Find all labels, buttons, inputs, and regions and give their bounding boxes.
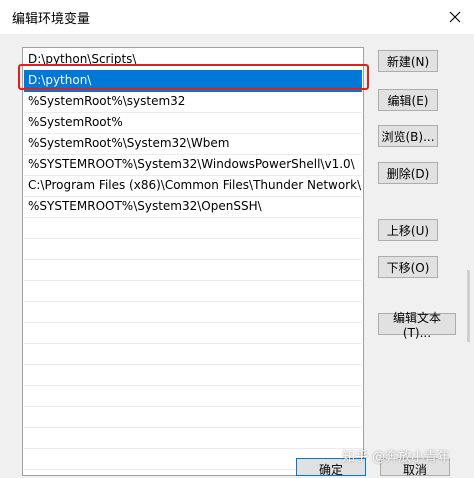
path-text: D:\python\: [28, 73, 92, 87]
new-button[interactable]: 新建(N): [378, 50, 438, 72]
title-bar: 编辑环境变量: [0, 0, 474, 34]
empty-row[interactable]: [24, 217, 362, 239]
path-row-2[interactable]: %SystemRoot%\system32: [24, 91, 362, 113]
delete-button[interactable]: 删除(D): [378, 162, 438, 184]
path-text: D:\python\Scripts\: [28, 52, 137, 66]
empty-row[interactable]: [24, 427, 362, 449]
watermark: 知乎 @奔放小青年: [342, 450, 451, 465]
path-text: %SystemRoot%\system32: [28, 94, 186, 108]
window-title: 编辑环境变量: [12, 12, 91, 27]
edit-button[interactable]: 编辑(E): [378, 89, 438, 111]
path-text: %SYSTEMROOT%\System32\OpenSSH\: [28, 199, 262, 213]
path-text: %SystemRoot%: [28, 115, 123, 129]
close-icon: [449, 11, 461, 23]
move-up-button[interactable]: 上移(U): [378, 219, 438, 241]
move-down-button[interactable]: 下移(O): [378, 256, 438, 278]
path-text: %SystemRoot%\System32\Wbem: [28, 136, 230, 150]
empty-row[interactable]: [24, 238, 362, 260]
path-row-1[interactable]: D:\python\: [24, 70, 362, 92]
empty-row[interactable]: [24, 322, 362, 344]
path-list[interactable]: D:\python\Scripts\ D:\python\ %SystemRoo…: [22, 47, 364, 476]
empty-row[interactable]: [24, 385, 362, 407]
edit-text-button[interactable]: 编辑文本(T)...: [378, 311, 456, 340]
empty-row[interactable]: [24, 406, 362, 428]
empty-row[interactable]: [24, 343, 362, 365]
empty-row[interactable]: [24, 364, 362, 386]
path-row-6[interactable]: C:\Program Files (x86)\Common Files\Thun…: [24, 175, 362, 197]
empty-row[interactable]: [24, 259, 362, 281]
empty-row[interactable]: [24, 301, 362, 323]
path-row-5[interactable]: %SYSTEMROOT%\System32\WindowsPowerShell\…: [24, 154, 362, 176]
path-row-3[interactable]: %SystemRoot%: [24, 112, 362, 134]
empty-row[interactable]: [24, 280, 362, 302]
path-row-7[interactable]: %SYSTEMROOT%\System32\OpenSSH\: [24, 196, 362, 218]
path-row-0[interactable]: D:\python\Scripts\: [24, 49, 362, 71]
path-text: C:\Program Files (x86)\Common Files\Thun…: [28, 178, 362, 192]
close-button[interactable]: [442, 4, 468, 30]
path-row-4[interactable]: %SystemRoot%\System32\Wbem: [24, 133, 362, 155]
window-edge-scrollbar[interactable]: [467, 270, 470, 342]
edit-env-var-dialog: 编辑环境变量 D:\python\Scripts\ D:\python\ %Sy…: [0, 0, 474, 477]
path-text: %SYSTEMROOT%\System32\WindowsPowerShell\…: [28, 157, 355, 171]
browse-button[interactable]: 浏览(B)...: [378, 125, 438, 147]
